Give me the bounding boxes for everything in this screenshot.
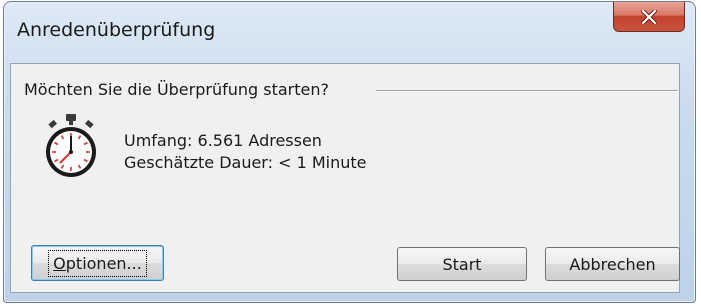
scope-label: Umfang: 6.561 Adressen <box>124 131 322 150</box>
options-focus-rect: Optionen... <box>48 249 147 277</box>
options-accelerator: O <box>53 253 66 273</box>
close-icon <box>641 9 657 24</box>
window-title: Anredenüberprüfung <box>17 19 216 41</box>
options-button[interactable]: Optionen... <box>31 245 164 281</box>
cancel-button[interactable]: Abbrechen <box>545 247 680 281</box>
close-button[interactable] <box>613 2 685 32</box>
question-separator <box>376 90 678 92</box>
duration-label: Geschätzte Dauer: < 1 Minute <box>124 153 367 172</box>
stopwatch-icon <box>46 114 96 177</box>
info-text: Umfang: 6.561 Adressen Geschätzte Dauer:… <box>124 130 366 174</box>
start-button[interactable]: Start <box>397 247 527 281</box>
options-label: ptionen... <box>65 253 142 273</box>
question-label: Möchten Sie die Überprüfung starten? <box>24 80 335 99</box>
